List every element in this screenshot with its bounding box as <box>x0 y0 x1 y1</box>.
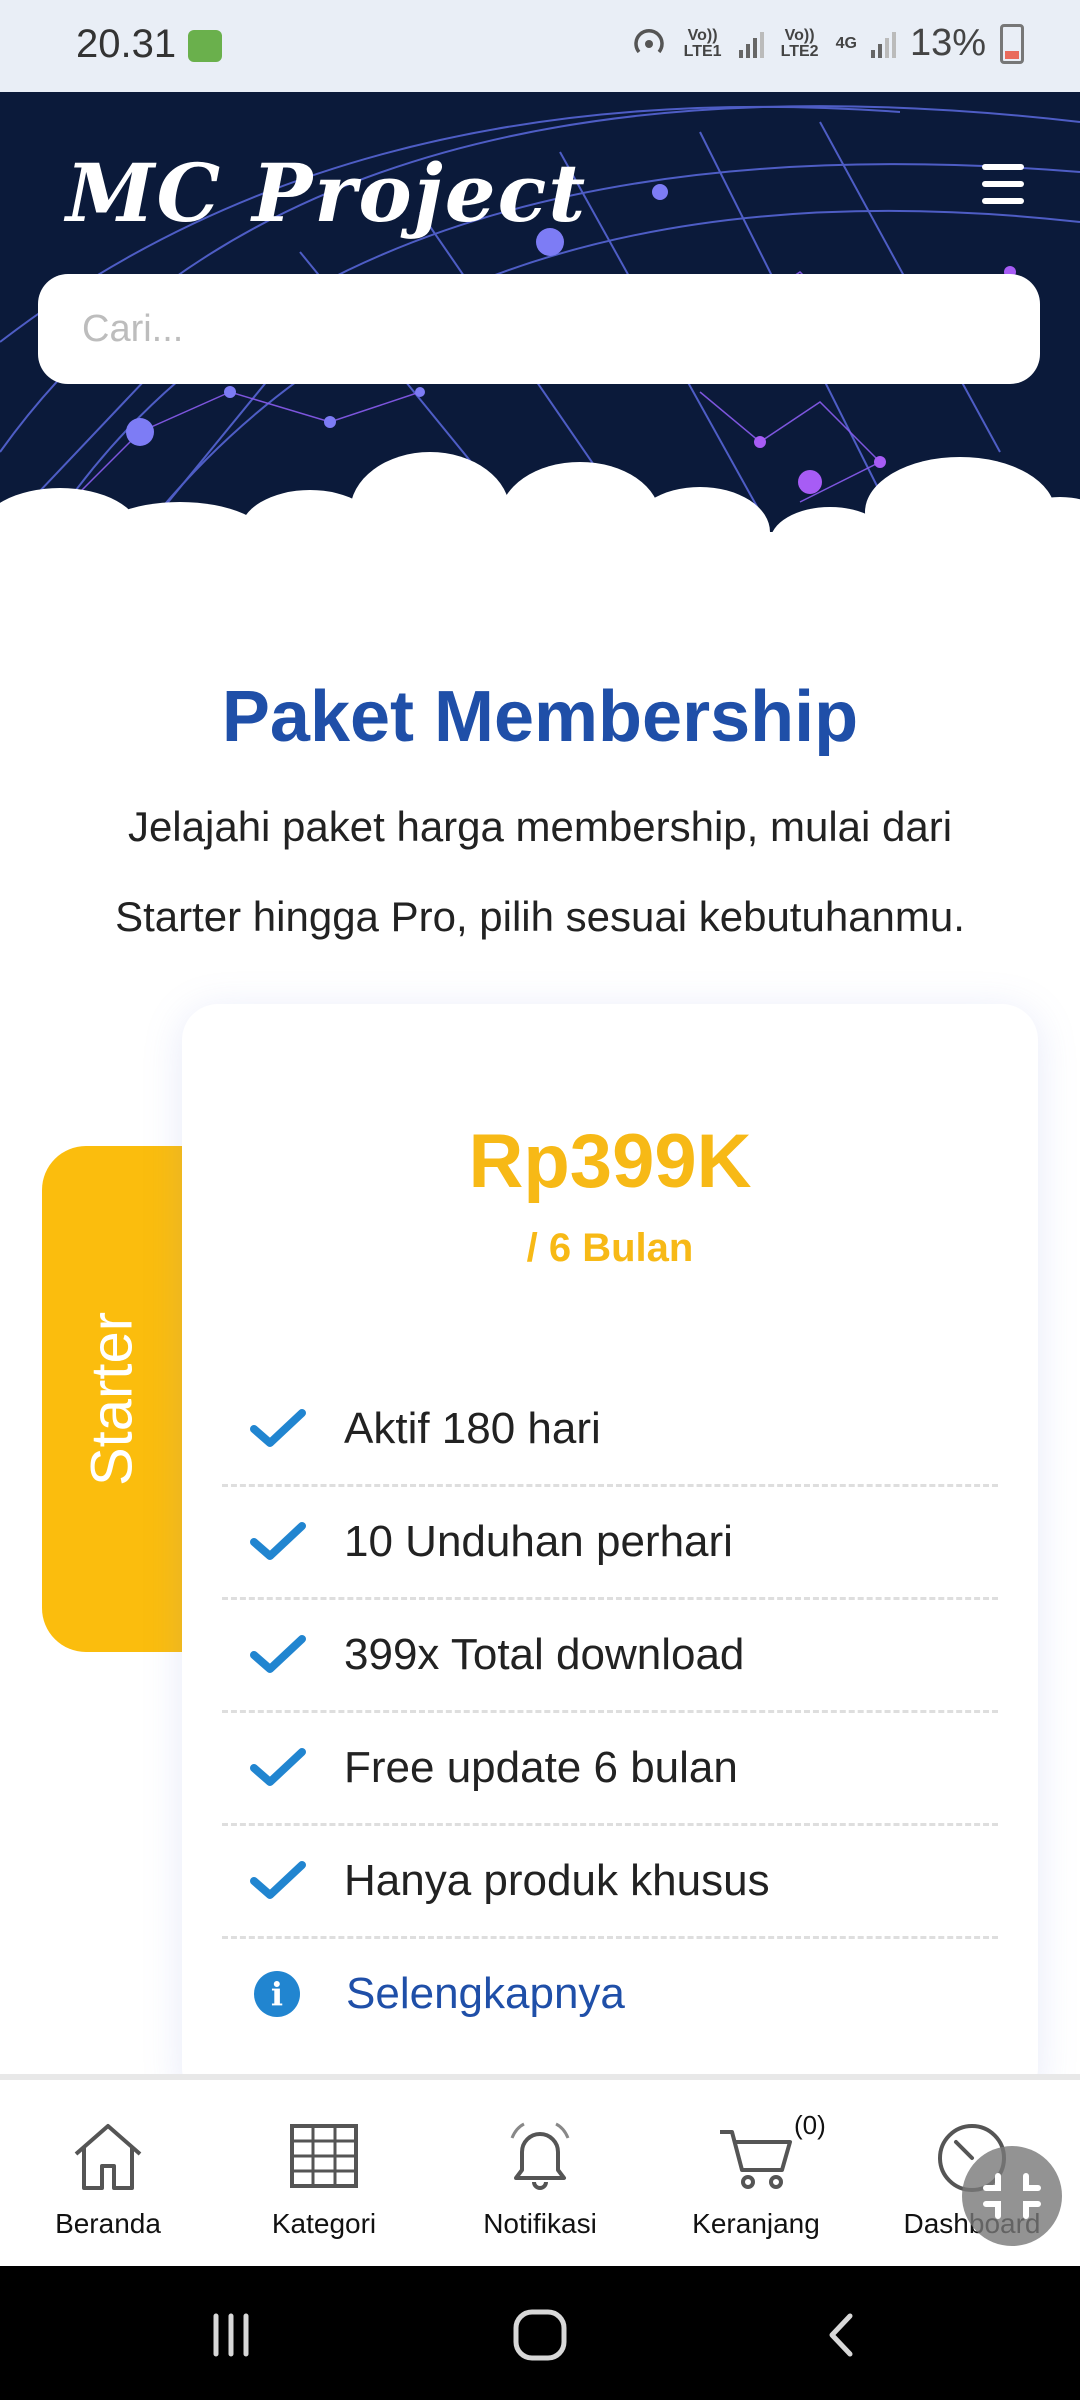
app-notification-icon <box>188 30 222 62</box>
recent-apps-icon[interactable] <box>206 2310 256 2360</box>
nav-item-kategori[interactable]: Kategori <box>216 2080 432 2272</box>
search-input[interactable] <box>38 274 1040 384</box>
plan-card: Rp399K / 6 Bulan Aktif 180 hari 10 Unduh… <box>182 1004 1038 2104</box>
plan-period: / 6 Bulan <box>526 1226 694 1270</box>
nav-label: Notifikasi <box>483 2208 597 2239</box>
nav-item-keranjang[interactable]: (0) Keranjang <box>648 2080 864 2272</box>
see-more-label: Selengkapnya <box>346 1969 625 2018</box>
bottom-navigation: Beranda Kategori Notifikasi (0) Keranjan… <box>0 2074 1080 2272</box>
nav-item-notifikasi[interactable]: Notifikasi <box>432 2080 648 2272</box>
grid-icon <box>290 2124 358 2188</box>
feature-text: 399x Total download <box>344 1630 745 1679</box>
feature-item: Free update 6 bulan <box>222 1713 998 1826</box>
check-icon <box>250 1635 306 1673</box>
nav-label: Kategori <box>271 2208 377 2239</box>
hamburger-menu-icon[interactable] <box>982 164 1024 204</box>
plan-tab-starter[interactable]: Starter <box>42 1146 182 1652</box>
feature-item: 10 Unduhan perhari <box>222 1487 998 1600</box>
plan-tab-label: Starter <box>79 1311 145 1487</box>
info-icon: i <box>254 1971 300 2017</box>
feature-text: 10 Unduhan perhari <box>344 1517 733 1566</box>
floating-collapse-button[interactable] <box>962 2146 1062 2246</box>
system-navigation-bar <box>0 2266 1080 2400</box>
feature-text: Hanya produk khusus <box>344 1856 770 1905</box>
check-icon <box>250 1522 306 1560</box>
status-time: 20.31 <box>76 22 177 66</box>
nav-label: Keranjang <box>692 2208 820 2239</box>
feature-list: Aktif 180 hari 10 Unduhan perhari 399x T… <box>222 1374 998 2049</box>
back-icon[interactable] <box>816 2310 866 2360</box>
feature-item: 399x Total download <box>222 1600 998 1713</box>
check-icon <box>250 1861 306 1899</box>
feature-text: Aktif 180 hari <box>344 1404 601 1453</box>
bell-icon <box>510 2122 570 2190</box>
cart-icon <box>720 2130 792 2189</box>
check-icon <box>250 1409 306 1447</box>
network-type: 4G <box>835 34 857 52</box>
see-more-link[interactable]: i Selengkapnya <box>222 1939 998 2049</box>
status-icons: Vo)) LTE1 Vo)) LTE2 4G 13% <box>631 22 1024 65</box>
signal-icon <box>738 30 764 58</box>
status-bar: 20.31 Vo)) LTE1 Vo)) LTE2 4G 13% <box>0 0 1080 92</box>
feature-item: Aktif 180 hari <box>222 1374 998 1487</box>
home-icon <box>74 2124 142 2190</box>
hotspot-icon <box>633 28 664 53</box>
sim2-indicator: Vo)) LTE2 <box>780 26 819 60</box>
plan-price: Rp399K <box>468 1119 752 1204</box>
cart-count-badge: (0) <box>794 2110 826 2140</box>
sim1-indicator: Vo)) LTE1 <box>683 26 722 60</box>
battery-icon <box>1000 23 1024 64</box>
collapse-icon <box>983 2173 1041 2219</box>
header-banner: MC Project <box>0 92 1080 552</box>
site-logo[interactable]: MC Project <box>66 146 587 240</box>
page-subtitle: Jelajahi paket harga membership, mulai d… <box>115 803 965 940</box>
home-button-icon[interactable] <box>510 2308 570 2364</box>
feature-text: Free update 6 bulan <box>344 1743 738 1792</box>
check-icon <box>250 1748 306 1786</box>
battery-percent: 13% <box>909 22 986 64</box>
page-title: Paket Membership <box>221 677 859 757</box>
nav-item-beranda[interactable]: Beranda <box>0 2080 216 2272</box>
signal-icon-2 <box>870 30 896 58</box>
feature-item: Hanya produk khusus <box>222 1826 998 1939</box>
nav-label: Beranda <box>55 2208 161 2239</box>
